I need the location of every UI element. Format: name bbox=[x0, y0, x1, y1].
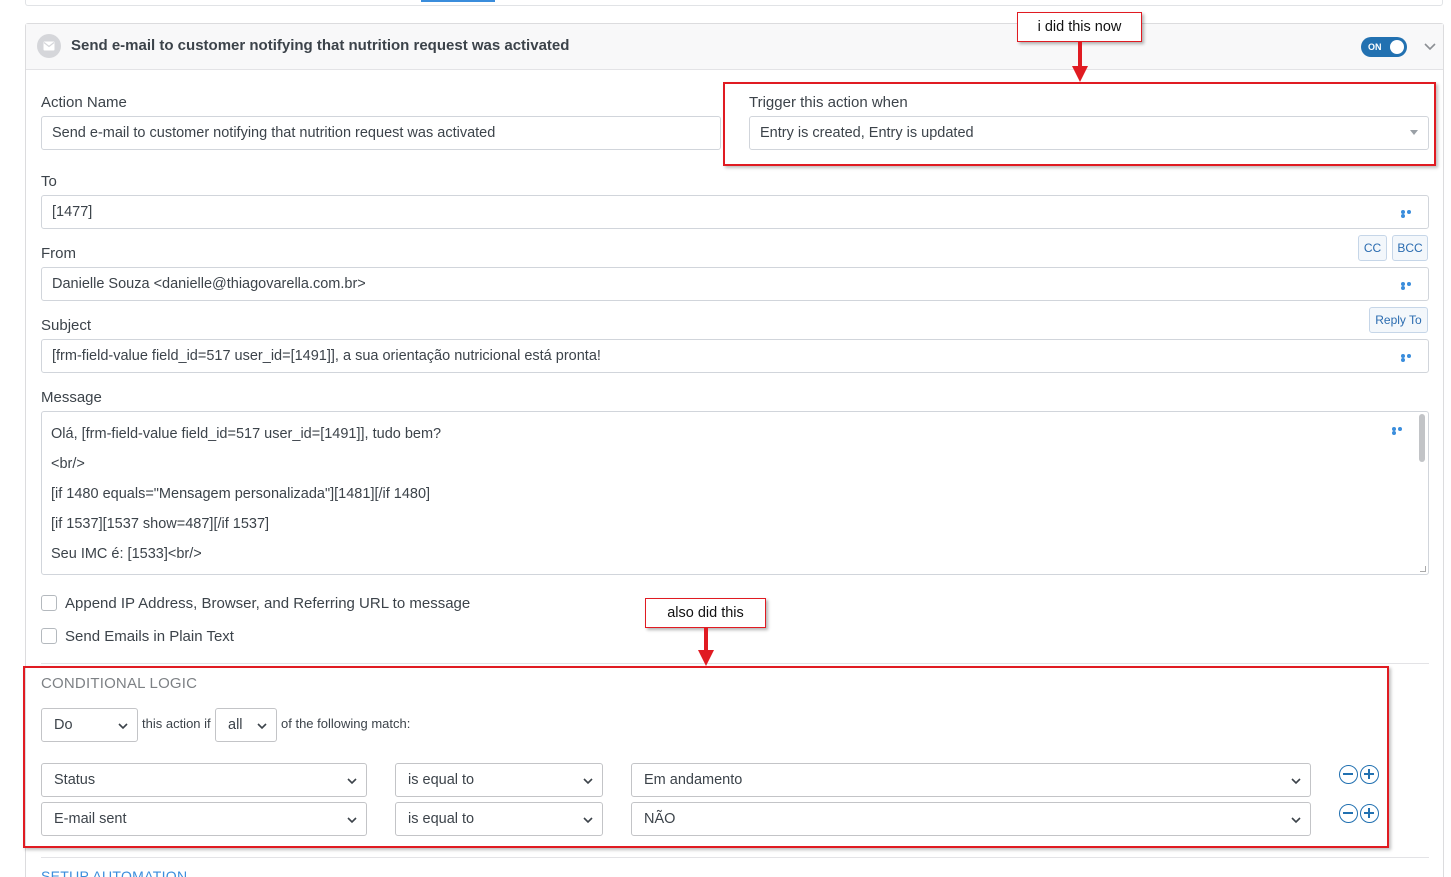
annotation-arrow-icon bbox=[1072, 42, 1088, 82]
message-label: Message bbox=[41, 389, 102, 406]
to-input[interactable]: [1477] bbox=[41, 195, 1429, 229]
message-line: [if 1480 equals="Mensagem personalizada"… bbox=[51, 486, 431, 502]
more-options-icon[interactable] bbox=[1401, 354, 1417, 362]
annotation-highlight-conditional bbox=[23, 666, 1389, 848]
append-ip-label: Append IP Address, Browser, and Referrin… bbox=[65, 595, 471, 612]
to-label: To bbox=[41, 173, 57, 190]
bcc-button[interactable]: BCC bbox=[1392, 235, 1428, 261]
reply-to-button[interactable]: Reply To bbox=[1369, 307, 1428, 333]
action-name-value: Send e-mail to customer notifying that n… bbox=[52, 125, 496, 141]
message-textarea[interactable]: Olá, [frm-field-value field_id=517 user_… bbox=[41, 411, 1429, 575]
envelope-icon bbox=[37, 34, 61, 58]
plain-text-label: Send Emails in Plain Text bbox=[65, 628, 234, 645]
append-ip-checkbox[interactable] bbox=[41, 595, 57, 611]
from-input[interactable]: Danielle Souza <danielle@thiagovarella.c… bbox=[41, 267, 1429, 301]
toggle-knob bbox=[1390, 40, 1404, 54]
collapse-chevron-icon[interactable] bbox=[1421, 38, 1439, 56]
annotation-callout: also did this bbox=[645, 598, 766, 628]
section-divider bbox=[41, 857, 1429, 858]
section-divider bbox=[41, 663, 1429, 664]
to-value: [1477] bbox=[52, 204, 93, 220]
resize-handle[interactable] bbox=[1420, 566, 1426, 572]
subject-label: Subject bbox=[41, 317, 92, 334]
previous-panel-edge bbox=[25, 0, 1443, 6]
action-name-input[interactable]: Send e-mail to customer notifying that n… bbox=[41, 116, 721, 150]
more-options-icon[interactable] bbox=[1401, 210, 1417, 218]
setup-automation-heading[interactable]: SETUP AUTOMATION bbox=[41, 868, 187, 877]
subject-value: [frm-field-value field_id=517 user_id=[1… bbox=[52, 348, 601, 364]
from-value: Danielle Souza <danielle@thiagovarella.c… bbox=[52, 276, 366, 292]
annotation-callout: i did this now bbox=[1017, 12, 1142, 42]
message-line: Seu IMC é: [1533]<br/> bbox=[51, 546, 202, 562]
action-enabled-toggle[interactable]: ON bbox=[1361, 37, 1407, 57]
plain-text-checkbox[interactable] bbox=[41, 628, 57, 644]
more-options-icon[interactable] bbox=[1392, 427, 1408, 435]
message-line: Olá, [frm-field-value field_id=517 user_… bbox=[51, 426, 442, 442]
message-scrollbar[interactable] bbox=[1419, 414, 1425, 462]
action-header[interactable]: Send e-mail to customer notifying that n… bbox=[26, 24, 1443, 70]
annotation-highlight-trigger bbox=[723, 82, 1436, 166]
more-options-icon[interactable] bbox=[1401, 282, 1417, 290]
action-title: Send e-mail to customer notifying that n… bbox=[71, 37, 570, 54]
from-label: From bbox=[41, 245, 76, 262]
action-name-label: Action Name bbox=[41, 94, 127, 111]
cc-button[interactable]: CC bbox=[1358, 235, 1387, 261]
message-line: [if 1537][1537 show=487][/if 1537] bbox=[51, 516, 270, 532]
message-line: <br/> bbox=[51, 456, 85, 472]
annotation-arrow-icon bbox=[698, 628, 714, 666]
toggle-state-label: ON bbox=[1368, 42, 1382, 52]
active-tab-indicator bbox=[421, 0, 495, 2]
subject-input[interactable]: [frm-field-value field_id=517 user_id=[1… bbox=[41, 339, 1429, 373]
